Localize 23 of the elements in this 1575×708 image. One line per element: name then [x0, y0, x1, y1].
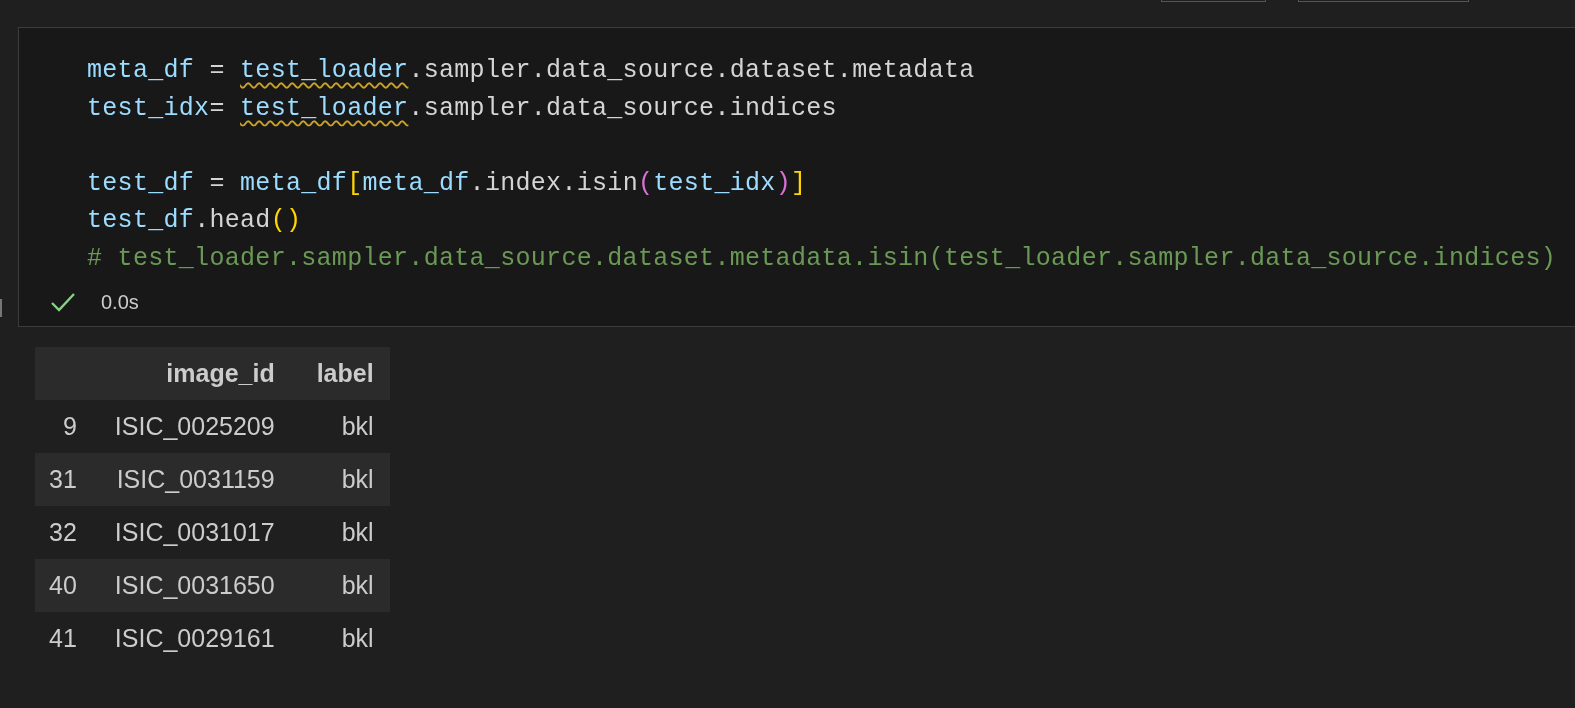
table-cell: ISIC_0031650 [88, 559, 291, 612]
code-line: # test_loader.sampler.data_source.dataset.metadata.isin(test_loader.sampler.data_source.indices) [87, 242, 1557, 275]
code-line: test_df = meta_df[meta_df.index.isin(test_idx)] [87, 167, 807, 200]
execution-time: 0.0s [101, 290, 139, 314]
table-cell: ISIC_0025209 [88, 400, 291, 453]
row-index: 40 [35, 559, 89, 612]
code-line: test_idx= test_loader.sampler.data_source.indices [87, 92, 837, 125]
row-index: 31 [35, 453, 89, 506]
row-index: 32 [35, 506, 89, 559]
table-cell: ISIC_0031159 [88, 453, 291, 506]
table-cell: bkl [290, 400, 390, 453]
code-line: test_df.head() [87, 205, 302, 237]
table-cell: bkl [290, 612, 390, 665]
table-cell: ISIC_0031017 [88, 506, 291, 559]
row-index: 41 [35, 612, 89, 665]
column-header: label [290, 347, 390, 400]
row-index: 9 [35, 400, 89, 453]
table-cell: ISIC_0029161 [88, 612, 291, 665]
code-line: meta_df = test_loader.sampler.data_source.dataset.metadata [87, 55, 975, 87]
column-header: image_id [88, 347, 291, 400]
table-cell: bkl [290, 559, 390, 612]
table-cell: bkl [290, 506, 390, 559]
table-cell: bkl [290, 453, 390, 506]
